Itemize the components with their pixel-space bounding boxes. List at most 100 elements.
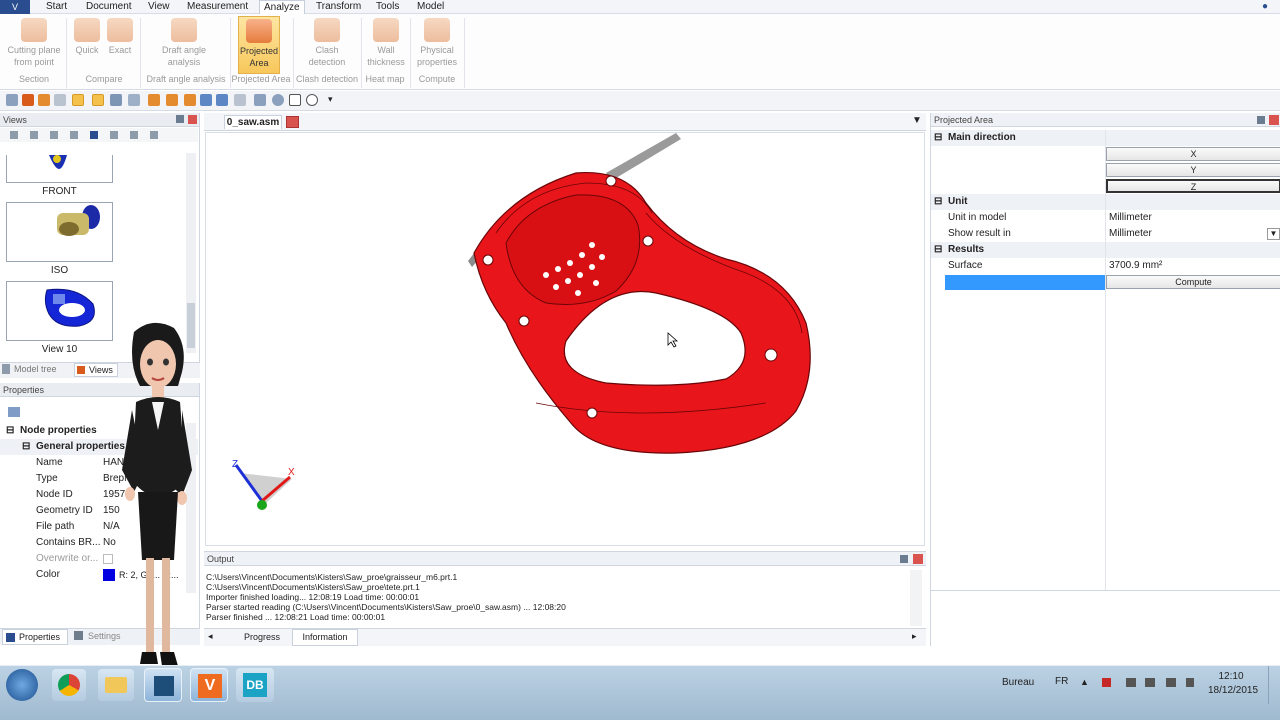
select-tool-icon[interactable]: [6, 94, 18, 106]
menu-document[interactable]: Document: [82, 0, 136, 14]
volume-icon[interactable]: [1166, 678, 1176, 687]
3d-viewport[interactable]: Z X: [205, 132, 925, 546]
tab-information[interactable]: Information: [292, 629, 358, 646]
update-view-icon[interactable]: [30, 131, 38, 139]
show-desktop-button[interactable]: [1268, 666, 1280, 704]
close-document-icon[interactable]: [286, 116, 299, 128]
zoom-box-icon[interactable]: [54, 94, 66, 106]
collapse-icon[interactable]: ⊟: [934, 242, 942, 258]
view-right-icon[interactable]: [166, 94, 178, 106]
menu-analyze[interactable]: Analyze: [259, 0, 305, 14]
refresh-icon[interactable]: [272, 94, 284, 106]
compare-exact-button[interactable]: Exact: [104, 16, 136, 56]
start-orb-icon[interactable]: [6, 669, 38, 701]
taskbar-vincent-app[interactable]: V: [190, 668, 228, 702]
menu-measurement[interactable]: Measurement: [183, 0, 252, 14]
windows-flag-icon[interactable]: [1145, 678, 1155, 687]
rectangle-icon[interactable]: [289, 94, 301, 106]
pin-icon[interactable]: [900, 555, 908, 563]
tab-model-tree[interactable]: Model tree: [14, 364, 57, 374]
application-menu-button[interactable]: V: [0, 0, 30, 14]
saw-handle-model[interactable]: Z X: [206, 133, 924, 545]
group-separator: [140, 18, 141, 88]
properties-toolbar-icon[interactable]: [8, 407, 20, 417]
compare-quick-button[interactable]: Quick: [72, 16, 102, 56]
tray-app-icon[interactable]: [1102, 678, 1111, 687]
menu-start[interactable]: Start: [42, 0, 71, 14]
close-icon[interactable]: [913, 554, 923, 564]
pan-tool-icon[interactable]: [38, 94, 50, 106]
physical-properties-button[interactable]: Physical properties: [412, 16, 462, 68]
taskbar-explorer[interactable]: [98, 669, 134, 701]
move-down-icon[interactable]: [110, 131, 118, 139]
view-left-icon[interactable]: [148, 94, 160, 106]
clock-time[interactable]: 12:10: [1210, 671, 1252, 682]
document-list-dropdown-icon[interactable]: ▼: [912, 115, 922, 126]
views-tab-icon: [77, 366, 85, 374]
clash-detection-button[interactable]: Clash detection: [300, 16, 354, 68]
view-top-icon[interactable]: [184, 94, 196, 106]
language-indicator[interactable]: FR: [1055, 676, 1068, 687]
toolbar-overflow-icon[interactable]: ▾: [328, 94, 333, 105]
thumbnail-mode-icon[interactable]: [90, 131, 98, 139]
collapse-icon[interactable]: ⊟: [934, 194, 942, 210]
view-iso-icon[interactable]: [216, 94, 228, 106]
menu-tools[interactable]: Tools: [372, 0, 403, 14]
view-front-icon[interactable]: [110, 94, 122, 106]
pin-icon[interactable]: [1257, 116, 1265, 124]
action-center-icon[interactable]: [1126, 678, 1136, 687]
show-result-in-row[interactable]: Show result in Millimeter ▼: [945, 226, 1280, 242]
dropdown-arrow-icon[interactable]: ▼: [1267, 228, 1280, 240]
output-scrollbar[interactable]: [910, 570, 922, 626]
lasso-icon[interactable]: [306, 94, 318, 106]
view-thumbnail-iso[interactable]: [6, 202, 113, 262]
tab-scroll-left-icon[interactable]: ◂: [208, 631, 213, 642]
close-icon[interactable]: [188, 115, 197, 124]
collapse-icon[interactable]: ⊟: [934, 130, 942, 146]
tray-expand-icon[interactable]: ▲: [1080, 677, 1089, 687]
tab-progress[interactable]: Progress: [244, 632, 280, 642]
view-thumbnail-view10[interactable]: [6, 281, 113, 341]
fit-all-icon[interactable]: [92, 94, 104, 106]
direction-x-button[interactable]: X: [1106, 147, 1280, 161]
pin-icon[interactable]: [176, 115, 184, 123]
direction-z-button[interactable]: Z: [1106, 179, 1280, 193]
collapse-icon[interactable]: ⊟: [6, 423, 14, 439]
cutting-plane-button[interactable]: Cutting plane from point: [4, 16, 64, 68]
show-result-in-select[interactable]: Millimeter: [1109, 226, 1152, 242]
settings-icon[interactable]: [150, 131, 158, 139]
draft-angle-button[interactable]: Draft angle analysis: [156, 16, 212, 68]
properties-tab-icon: [6, 633, 15, 642]
tab-properties[interactable]: Properties: [2, 629, 68, 645]
add-view-icon[interactable]: [10, 131, 18, 139]
link-icon[interactable]: [130, 131, 138, 139]
menu-view[interactable]: View: [144, 0, 174, 14]
close-icon[interactable]: [1269, 115, 1279, 125]
clock-date[interactable]: 18/12/2015: [1208, 685, 1258, 696]
projected-area-button[interactable]: Projected Area: [238, 16, 280, 74]
compute-button[interactable]: Compute: [1106, 275, 1280, 289]
tab-scroll-right-icon[interactable]: ▸: [912, 631, 917, 642]
view-grid-icon[interactable]: [234, 94, 246, 106]
taskbar-app[interactable]: [144, 668, 182, 702]
delete-view-icon[interactable]: [50, 131, 58, 139]
direction-y-button[interactable]: Y: [1106, 163, 1280, 177]
rotate-tool-icon[interactable]: [22, 94, 34, 106]
move-up-icon[interactable]: [70, 131, 78, 139]
wall-thickness-button[interactable]: Wall thickness: [364, 16, 408, 68]
taskbar-chrome[interactable]: [52, 669, 86, 701]
swap-icon[interactable]: [254, 94, 266, 106]
menu-model[interactable]: Model: [413, 0, 448, 14]
collapse-icon[interactable]: ⊟: [22, 439, 30, 455]
view-bottom-icon[interactable]: [200, 94, 212, 106]
menu-transform[interactable]: Transform: [312, 0, 365, 14]
view-thumbnail-front[interactable]: [6, 155, 113, 183]
taskbar-db-app[interactable]: DB: [236, 668, 274, 702]
zoom-tool-icon[interactable]: [72, 94, 84, 106]
view-back-icon[interactable]: [128, 94, 140, 106]
physical-properties-icon: [424, 18, 450, 42]
network-icon[interactable]: [1186, 678, 1194, 687]
document-tab[interactable]: 0_saw.asm: [224, 115, 282, 129]
help-icon[interactable]: ●: [1262, 1, 1268, 12]
toolbar-bureau-label[interactable]: Bureau: [1002, 677, 1034, 688]
